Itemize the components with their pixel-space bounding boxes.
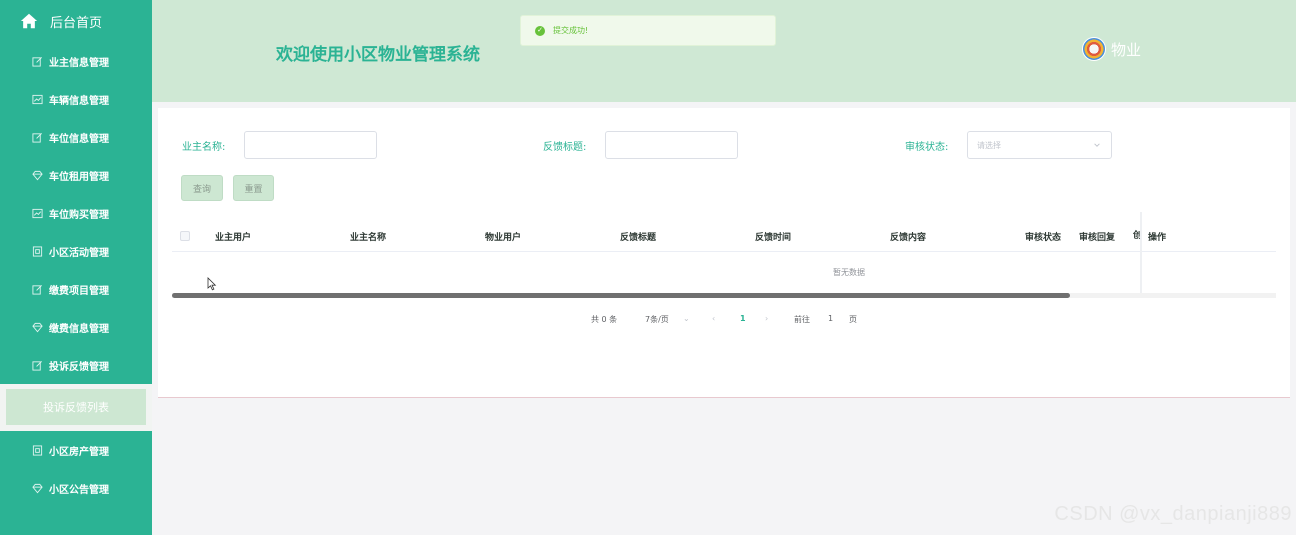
sidebar-item[interactable]: 业主信息管理: [0, 42, 152, 80]
col-feedback-title: 反馈标题: [620, 232, 657, 243]
sidebar-item-label: 车位信息管理: [49, 133, 109, 145]
diamond-icon: [31, 321, 43, 333]
table-header: 业主用户 业主名称 物业用户 反馈标题 反馈时间 反馈内容 审核状态 审核回复 …: [172, 220, 1276, 252]
fixed-column-divider: [1140, 212, 1142, 298]
sidebar-item-label: 缴费信息管理: [49, 323, 109, 335]
sidebar-item[interactable]: 车位信息管理: [0, 118, 152, 156]
mouse-cursor-icon: [207, 277, 217, 291]
sidebar-item-label: 车辆信息管理: [49, 95, 109, 107]
pagination-goto-label: 前往: [794, 315, 810, 324]
col-actions: 操作: [1148, 232, 1167, 243]
user-name: 物业: [1111, 40, 1142, 59]
pagination-page[interactable]: 1: [740, 314, 746, 323]
next-page-icon[interactable]: ›: [765, 314, 768, 323]
pagination-page-unit: 页: [849, 315, 857, 324]
pagination-total: 共 0 条: [591, 315, 618, 324]
avatar[interactable]: [1082, 37, 1106, 61]
sidebar-item[interactable]: 车辆信息管理: [0, 80, 152, 118]
col-review-reply: 审核回复: [1079, 232, 1116, 243]
main-panel: 业主名称: 反馈标题: 审核状态: 请选择 查询 重置 业主用户 业主名称 物业…: [158, 108, 1290, 398]
home-icon: [20, 13, 38, 29]
col-feedback-content: 反馈内容: [890, 232, 927, 243]
edit-icon: [31, 359, 43, 371]
sidebar-item-label: 车位购买管理: [49, 209, 109, 221]
sidebar: 后台首页 业主信息管理 车辆信息管理 车位信息管理 车位租用管理 车位购买管理 小区活动管…: [0, 0, 152, 535]
edit-icon: [31, 131, 43, 143]
diamond-icon: [31, 482, 43, 494]
diamond-icon: [31, 169, 43, 181]
empty-text: 暂无数据: [833, 268, 865, 277]
check-circle-icon: ✓: [535, 25, 545, 36]
pagination-size-select[interactable]: 7条/页: [645, 314, 669, 325]
toast-message: 提交成功!: [553, 26, 589, 35]
page-title: 欢迎使用小区物业管理系统: [276, 45, 480, 65]
edit-icon: [31, 283, 43, 295]
sidebar-item-label: 车位租用管理: [49, 171, 109, 183]
sidebar-item[interactable]: 小区公告管理: [0, 469, 152, 507]
sidebar-item[interactable]: 车位租用管理: [0, 156, 152, 194]
sidebar-item-label: 业主信息管理: [49, 57, 109, 69]
sidebar-item[interactable]: 缴费信息管理: [0, 308, 152, 346]
sidebar-item[interactable]: 车位购买管理: [0, 194, 152, 232]
col-owner-user: 业主用户: [215, 232, 252, 243]
sidebar-item-label: 小区活动管理: [49, 247, 109, 259]
sidebar-item-label: 缴费项目管理: [49, 285, 109, 297]
chart-icon: [31, 207, 43, 219]
reset-button[interactable]: 重置: [233, 175, 274, 201]
sidebar-item-label: 投诉反馈管理: [49, 361, 109, 373]
user-menu[interactable]: 物业: [1082, 37, 1141, 61]
owner-name-input[interactable]: [244, 131, 377, 159]
feedback-title-input[interactable]: [605, 131, 738, 159]
query-button[interactable]: 查询: [181, 175, 223, 201]
status-placeholder: 请选择: [977, 140, 1001, 150]
horizontal-scrollbar-thumb[interactable]: [172, 293, 1070, 298]
sidebar-home[interactable]: 后台首页: [0, 0, 152, 42]
chevron-down-icon: [1094, 143, 1100, 147]
chevron-down-icon: ⌄: [683, 314, 690, 323]
feedback-title-label: 反馈标题:: [543, 142, 587, 153]
select-all-checkbox[interactable]: [180, 231, 190, 241]
sidebar-home-label: 后台首页: [50, 15, 103, 31]
col-owner-name: 业主名称: [350, 232, 387, 243]
success-toast: ✓ 提交成功!: [520, 15, 776, 46]
sidebar-subitem-feedback-list[interactable]: 投诉反馈列表: [6, 389, 146, 425]
col-feedback-time: 反馈时间: [755, 232, 792, 243]
owner-name-label: 业主名称:: [182, 142, 226, 153]
edit-icon: [31, 55, 43, 67]
submenu: 投诉反馈列表: [0, 384, 152, 431]
sidebar-item-label: 小区公告管理: [49, 484, 109, 496]
watermark: CSDN @vx_danpianji889: [1054, 503, 1292, 525]
sidebar-item[interactable]: 小区活动管理: [0, 232, 152, 270]
document-icon: [31, 245, 43, 257]
pagination-goto-input[interactable]: 1: [828, 314, 833, 323]
sidebar-item[interactable]: 缴费项目管理: [0, 270, 152, 308]
chart-icon: [31, 93, 43, 105]
document-icon: [31, 444, 43, 456]
col-review-status: 审核状态: [1025, 232, 1062, 243]
prev-page-icon[interactable]: ‹: [712, 314, 715, 323]
sidebar-item[interactable]: 小区房产管理: [0, 431, 152, 469]
sidebar-item[interactable]: 投诉反馈管理: [0, 346, 152, 384]
sidebar-item-label: 小区房产管理: [49, 446, 109, 458]
status-select[interactable]: 请选择: [967, 131, 1112, 159]
col-property-user: 物业用户: [485, 232, 522, 243]
status-label: 审核状态:: [905, 142, 949, 153]
